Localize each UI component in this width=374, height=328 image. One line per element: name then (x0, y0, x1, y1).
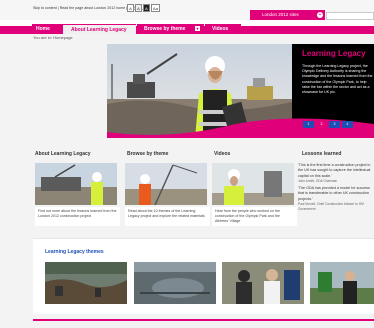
theme-thumb-4[interactable] (310, 262, 374, 304)
about-caption: Find out more about the lessons learned … (35, 207, 120, 226)
chevron-down-icon: ▾ (195, 26, 200, 31)
page: Skip to content | Read the page about Lo… (0, 0, 374, 328)
footer-stripe (33, 319, 374, 321)
browse-image[interactable] (125, 163, 207, 205)
breadcrumb: You are in: Homepage (33, 35, 73, 40)
about-image[interactable] (35, 163, 117, 205)
lessons-heading: Lessons learned (302, 151, 342, 157)
high-contrast-button[interactable]: A (143, 4, 150, 12)
videos-image[interactable] (212, 163, 294, 205)
text-size-small-button[interactable]: A (127, 4, 134, 12)
plus-icon: + (317, 12, 323, 18)
text-size-normal-button[interactable]: A (135, 4, 142, 12)
tab-browse-label: Browse by theme (144, 26, 186, 32)
hero-page-1-button[interactable]: 1 (303, 121, 314, 128)
theme-thumb-1[interactable] (45, 262, 127, 304)
browse-caption: Read about the 10 themes of the Learning… (125, 207, 210, 226)
hero-page-4-button[interactable]: 4 (342, 121, 353, 128)
tab-browse-by-theme[interactable]: Browse by theme ▾ (137, 24, 204, 34)
lessons-source-2: Paul Morrell, Chief Construction Adviser… (298, 202, 364, 212)
lessons-quote-1: 'This is the first time a construction p… (298, 163, 371, 178)
hero-text: Through the Learning Legacy project, the… (302, 64, 373, 95)
tab-about-learning-legacy[interactable]: About Learning Legacy (63, 24, 136, 34)
hero-title: Learning Legacy (302, 49, 366, 58)
hero-page-3-button[interactable]: 3 (329, 121, 340, 128)
tab-videos[interactable]: Videos (205, 24, 241, 34)
videos-heading[interactable]: Videos (214, 151, 230, 157)
theme-thumb-2[interactable] (134, 262, 216, 304)
search-box[interactable] (326, 12, 374, 28)
lessons-quotes: 'This is the first time a construction p… (298, 163, 374, 215)
sites-label: London 2012 sites (262, 12, 299, 17)
tab-home[interactable]: Home (32, 24, 63, 34)
text-only-button[interactable]: Aa (151, 4, 160, 12)
hero-page-2-button[interactable]: 2 (316, 121, 327, 128)
lessons-source-1: John Armitt, ODA Chairman (298, 178, 338, 183)
london-2012-sites-dropdown[interactable]: London 2012 sites + (250, 10, 325, 20)
theme-thumb-3[interactable] (222, 262, 304, 304)
videos-caption: Hear from the people who worked on the c… (212, 207, 297, 226)
browse-heading[interactable]: Browse by theme (127, 151, 168, 157)
lessons-quote-2: 'The ODA has provided a model for succes… (298, 186, 370, 201)
themes-title[interactable]: Learning Legacy themes (45, 249, 104, 255)
about-heading[interactable]: About Learning Legacy (35, 151, 91, 157)
